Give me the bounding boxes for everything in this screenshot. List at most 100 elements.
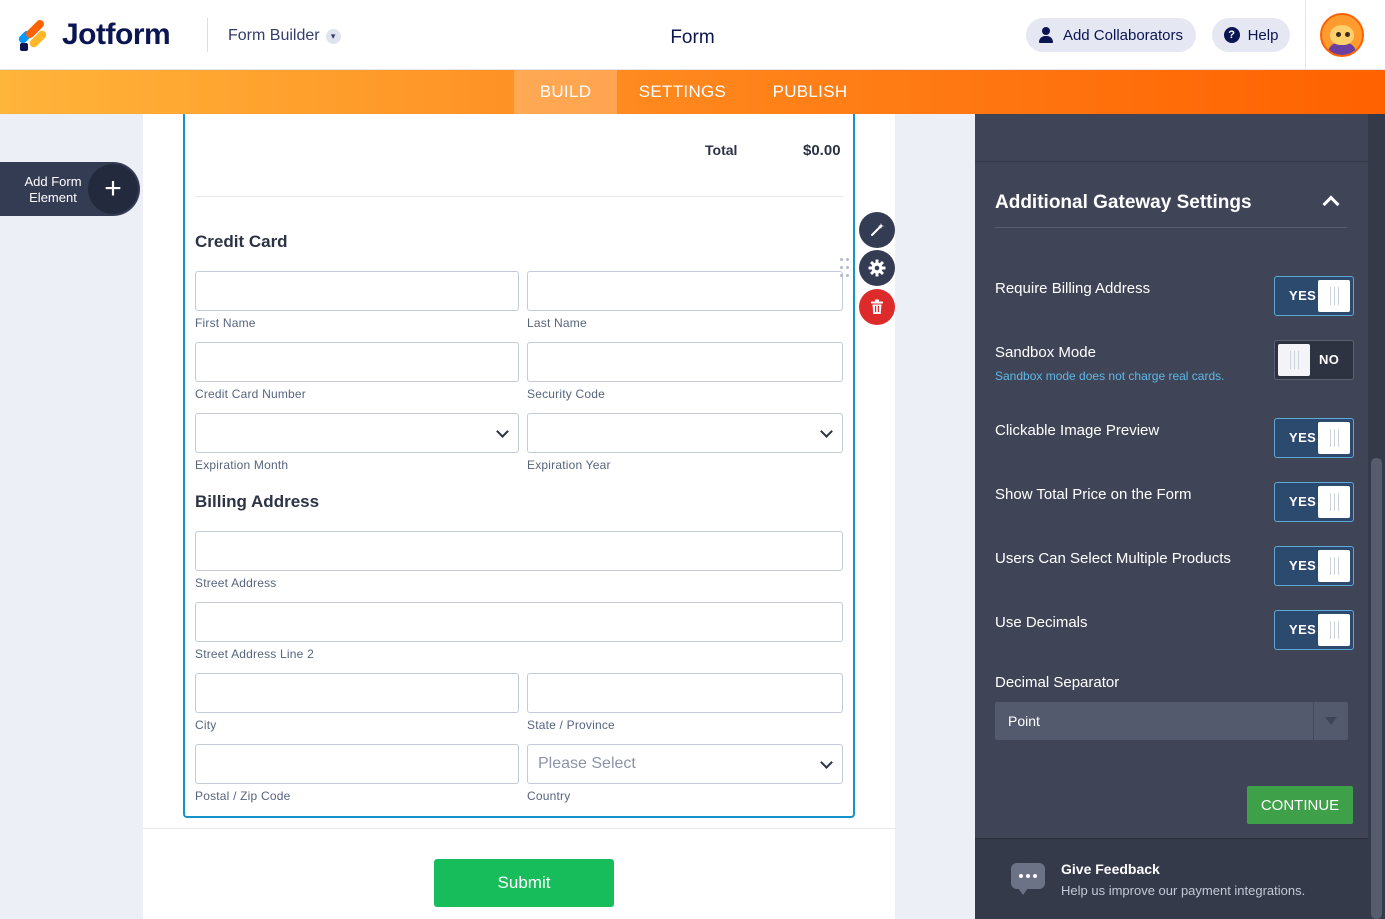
street-address-2-input[interactable] [195,602,843,642]
caret-down-icon [1313,702,1348,740]
form-builder-dropdown[interactable]: Form Builder ▾ [228,27,341,45]
continue-button[interactable]: CONTINUE [1247,786,1353,824]
security-code-input[interactable] [527,342,843,382]
divider [143,828,895,829]
field-settings-button[interactable] [859,250,895,286]
avatar[interactable] [1320,13,1364,57]
sandbox-mode-hint: Sandbox mode does not charge real cards. [995,369,1225,383]
city-label: City [195,718,217,732]
expiration-year-label: Expiration Year [527,458,611,472]
question-icon: ? [1223,27,1240,43]
street-address-2-label: Street Address Line 2 [195,647,314,661]
street-address-label: Street Address [195,576,277,590]
give-feedback[interactable]: Give Feedback Help us improve our paymen… [975,838,1368,919]
drag-handle-icon[interactable] [840,258,850,280]
jotform-logo-icon [17,18,50,51]
last-name-label: Last Name [527,316,587,330]
toggle-knob [1278,344,1310,376]
form-canvas: Total $0.00 Credit Card First Name Last … [143,114,895,919]
tab-build[interactable]: BUILD [514,70,617,114]
decimal-separator-label: Decimal Separator [995,674,1120,691]
chevron-down-icon [818,754,834,774]
street-address-input[interactable] [195,531,843,571]
chevron-down-icon [818,423,834,443]
country-select[interactable]: Please Select [527,744,843,784]
multiple-products-toggle[interactable]: YES [1274,546,1354,586]
trash-icon [871,299,883,314]
toggle-knob [1318,550,1350,582]
billing-address-heading: Billing Address [195,492,320,511]
toggle-knob [1318,280,1350,312]
feedback-subtitle: Help us improve our payment integrations… [1061,883,1306,898]
chevron-down-icon [494,423,510,443]
state-input[interactable] [527,673,843,713]
delete-field-button[interactable] [859,289,895,325]
total-label: Total [705,142,738,158]
header-divider-right [1305,0,1306,70]
toggle-knob [1318,422,1350,454]
zip-input[interactable] [195,744,519,784]
zip-label: Postal / Zip Code [195,789,291,803]
tab-publish[interactable]: PUBLISH [760,70,860,114]
tab-settings[interactable]: SETTINGS [625,70,740,114]
card-number-input[interactable] [195,342,519,382]
divider [975,161,1368,162]
security-code-label: Security Code [527,387,605,401]
payment-settings-panel: Additional Gateway Settings Require Bill… [975,114,1385,919]
feedback-title: Give Feedback [1061,861,1160,877]
logo-text: Jotform [62,18,171,51]
city-input[interactable] [195,673,519,713]
section-heading: Additional Gateway Settings [995,192,1252,213]
expiration-year-select[interactable] [527,413,843,453]
toggle-value: NO [1319,352,1340,367]
credit-card-heading: Credit Card [195,232,288,251]
help-label: Help [1247,26,1279,44]
toggle-value: YES [1289,430,1317,445]
payment-field[interactable]: Total $0.00 Credit Card First Name Last … [183,114,855,818]
chat-bubble-icon [1011,863,1045,895]
user-icon [1038,27,1053,43]
magic-wand-icon [871,223,884,236]
builder-nav: BUILD SETTINGS PUBLISH [0,70,1385,114]
form-builder-label: Form Builder [228,27,320,44]
chevron-down-icon: ▾ [325,28,341,44]
last-name-input[interactable] [527,271,843,311]
multiple-products-label: Users Can Select Multiple Products [995,550,1231,567]
add-collaborators-button[interactable]: Add Collaborators [1026,18,1196,52]
require-billing-label: Require Billing Address [995,280,1151,297]
clickable-image-label: Clickable Image Preview [995,422,1160,439]
show-total-label: Show Total Price on the Form [995,486,1192,503]
add-collaborators-label: Add Collaborators [1062,26,1184,44]
add-form-element-label: Add Form Element [24,174,82,205]
toggle-value: YES [1289,558,1317,573]
card-number-label: Credit Card Number [195,387,306,401]
country-placeholder: Please Select [538,755,636,772]
toggle-knob [1318,614,1350,646]
decimal-separator-select[interactable]: Point [995,702,1348,740]
toggle-knob [1318,486,1350,518]
scrollbar-thumb[interactable] [1371,458,1382,919]
sandbox-mode-toggle[interactable]: NO [1274,340,1354,380]
decimal-separator-value: Point [1008,713,1040,729]
first-name-input[interactable] [195,271,519,311]
total-value: $0.00 [803,142,841,159]
divider [995,227,1347,228]
clickable-image-toggle[interactable]: YES [1274,418,1354,458]
jotform-logo[interactable]: Jotform [17,18,171,52]
wand-button[interactable] [859,212,895,248]
require-billing-toggle[interactable]: YES [1274,276,1354,316]
expiration-month-select[interactable] [195,413,519,453]
use-decimals-label: Use Decimals [995,614,1088,631]
use-decimals-toggle[interactable]: YES [1274,610,1354,650]
submit-button[interactable]: Submit [434,859,614,907]
help-button[interactable]: ? Help [1212,18,1290,52]
sandbox-mode-label: Sandbox Mode [995,344,1096,361]
plus-icon: + [88,164,138,214]
add-form-element-button[interactable]: Add Form Element + [0,162,140,216]
chevron-up-icon[interactable] [1322,195,1340,213]
gear-icon [868,259,886,277]
divider [195,196,843,197]
show-total-toggle[interactable]: YES [1274,482,1354,522]
toggle-value: YES [1289,622,1317,637]
header-divider [207,18,208,52]
